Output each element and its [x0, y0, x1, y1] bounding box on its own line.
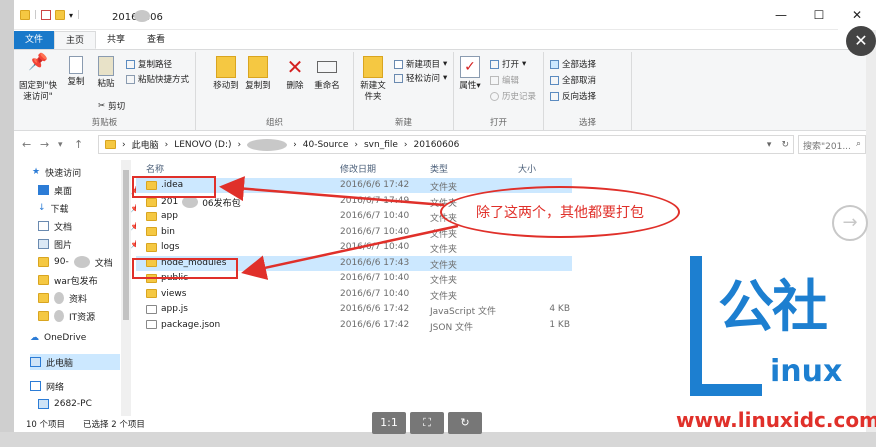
arrow-to-idea: [219, 176, 445, 207]
watermark-url: www.linuxidc.com: [676, 408, 876, 432]
watermark-inux: inux: [770, 354, 843, 389]
viewer-actual-size-button[interactable]: 1:1: [372, 412, 406, 434]
viewer-close-icon[interactable]: ✕: [846, 26, 876, 56]
status-selected-count: 已选择 2 个项目: [83, 420, 145, 430]
arrow-to-node-modules: [241, 224, 459, 280]
annotation-bubble: 除了这两个，其他都要打包: [440, 186, 680, 238]
status-item-count: 10 个项目: [26, 420, 66, 430]
viewer-toolbar: 1:1 ⛶ ↻: [372, 412, 482, 434]
viewer-rotate-icon[interactable]: ↻: [448, 412, 482, 434]
watermark-brand: 公社: [718, 275, 828, 340]
viewer-fit-icon[interactable]: ⛶: [410, 412, 444, 434]
viewer-right-strip: [866, 30, 876, 432]
viewer-bottom-strip: [0, 432, 876, 447]
viewer-next-arrow-icon[interactable]: →: [832, 205, 868, 241]
